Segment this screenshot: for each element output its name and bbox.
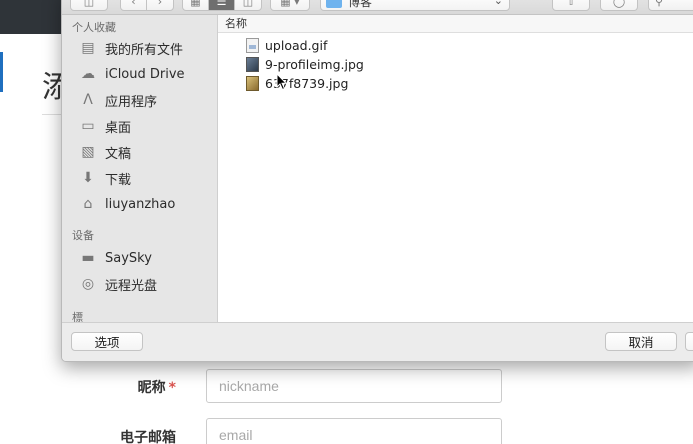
favorites-header: 个人收藏 [72, 21, 116, 34]
sidebar-item-label: liuyanzhao [105, 196, 176, 212]
options-button[interactable]: 选项 [71, 332, 143, 351]
forward-button[interactable]: › [147, 0, 173, 10]
chevron-right-icon: › [157, 0, 163, 8]
share-icon: ⇧ [566, 0, 576, 8]
icon-view-button[interactable]: ▦ [183, 0, 209, 10]
sidebar-item-home[interactable]: ⌂ liuyanzhao [78, 193, 176, 215]
sidebar-item-label: 远程光盘 [105, 278, 158, 294]
sidebar-item-icloud-drive[interactable]: ☁ iCloud Drive [78, 63, 185, 85]
sidebar-item-downloads[interactable]: ⬇ 下载 [78, 167, 131, 189]
sidebar-toggle-button[interactable]: ◫ [70, 0, 108, 11]
options-button-label: 选项 [94, 335, 120, 350]
sidebar-toggle-icon: ◫ [83, 0, 95, 8]
sidebar-item-label: 桌面 [105, 120, 132, 136]
sidebar-item-label: 下载 [105, 172, 132, 188]
name-column-header[interactable]: 名称 [218, 15, 693, 33]
dialog-footer: 选项 取消 [62, 322, 693, 361]
mouse-cursor-icon [276, 73, 288, 91]
chevron-down-icon: ⌄ [493, 0, 503, 7]
home-icon: ⌂ [83, 196, 93, 212]
file-row-637f8739[interactable]: 637f8739.jpg [246, 74, 348, 93]
view-mode-control: ▦ ☰ ◫ [182, 0, 262, 11]
column-view-button[interactable]: ◫ [235, 0, 261, 10]
downloads-icon: ⬇ [82, 170, 94, 186]
cancel-button[interactable]: 取消 [605, 332, 677, 351]
dialog-toolbar: ◫ ‹ › ▦ ☰ ◫ ▦ ▾ 博客 ⌄ ⇧ ◯ ⚲ [62, 0, 693, 15]
file-row-profileimg[interactable]: 9-profileimg.jpg [246, 55, 364, 74]
columns-icon: ◫ [242, 0, 254, 8]
chevron-left-icon: ‹ [131, 0, 136, 8]
back-forward-control: ‹ › [120, 0, 174, 11]
tag-icon: ◯ [612, 0, 626, 8]
all-files-icon: ▤ [81, 40, 95, 56]
sidebar-item-applications[interactable]: Λ 应用程序 [78, 89, 157, 111]
file-row-upload-gif[interactable]: upload.gif [246, 36, 327, 55]
name-column-label: 名称 [225, 17, 247, 30]
file-name: 9-profileimg.jpg [265, 57, 364, 72]
location-popup[interactable]: 博客 ⌄ [320, 0, 510, 11]
sidebar-item-label: SaySky [105, 250, 152, 266]
sidebar-item-documents[interactable]: ▧ 文稿 [78, 141, 131, 163]
screen: 添 昵称* 电子邮箱 ◫ ‹ › ▦ ☰ ◫ ▦ ▾ 博客 [0, 0, 693, 444]
sidebar-item-label: 文稿 [105, 146, 132, 162]
sidebar-item-remote-disc[interactable]: ◎ 远程光盘 [78, 273, 157, 295]
search-icon: ⚲ [655, 0, 664, 8]
laptop-icon: ▬ [81, 250, 95, 266]
desktop-icon: ▭ [81, 118, 95, 134]
sidebar-item-all-files[interactable]: ▤ 我的所有文件 [78, 37, 183, 59]
cloud-icon: ☁ [81, 66, 95, 82]
open-button[interactable] [685, 332, 693, 351]
file-list: 名称 upload.gif 9-profileimg.jpg 637f8739.… [218, 15, 693, 322]
tags-header: 標 [72, 311, 83, 322]
cancel-button-label: 取消 [628, 335, 654, 350]
sidebar-item-label: 我的所有文件 [105, 42, 184, 58]
file-open-dialog: ◫ ‹ › ▦ ☰ ◫ ▦ ▾ 博客 ⌄ ⇧ ◯ ⚲ 个人收藏 ▤ 我的所有文件… [61, 0, 693, 362]
nickname-label-text: 昵称 [137, 380, 166, 396]
dialog-sidebar: 个人收藏 ▤ 我的所有文件 ☁ iCloud Drive Λ 应用程序 ▭ 桌面… [62, 15, 218, 322]
applications-icon: Λ [83, 92, 93, 108]
list-icon: ☰ [216, 0, 227, 8]
documents-icon: ▧ [81, 144, 95, 160]
icon-grid-icon: ▦ [190, 0, 201, 8]
disc-icon: ◎ [81, 276, 95, 292]
tags-button[interactable]: ◯ [600, 0, 638, 11]
list-view-button[interactable]: ☰ [209, 0, 235, 10]
image-file-icon [246, 57, 259, 72]
required-mark: * [168, 380, 176, 396]
share-button[interactable]: ⇧ [552, 0, 590, 11]
nickname-label: 昵称 * [110, 377, 176, 397]
gif-file-icon [246, 38, 259, 53]
folder-icon [326, 0, 342, 8]
email-input[interactable] [206, 418, 502, 444]
image-file-icon [246, 76, 259, 91]
search-field[interactable]: ⚲ [648, 0, 693, 11]
location-name: 博客 [348, 0, 373, 9]
sidebar-item-label: iCloud Drive [105, 66, 185, 82]
email-label: 电子邮箱 [120, 430, 176, 444]
arrange-icon: ▦ ▾ [280, 0, 300, 8]
nickname-input[interactable] [206, 369, 502, 403]
sidebar-item-desktop[interactable]: ▭ 桌面 [78, 115, 131, 137]
arrange-button[interactable]: ▦ ▾ [270, 0, 310, 11]
sidebar-item-saysky[interactable]: ▬ SaySky [78, 247, 152, 269]
sidebar-accent [0, 52, 3, 92]
sidebar-item-label: 应用程序 [105, 94, 158, 110]
devices-header: 设备 [72, 229, 94, 242]
back-button[interactable]: ‹ [121, 0, 147, 10]
file-name: upload.gif [265, 38, 328, 53]
